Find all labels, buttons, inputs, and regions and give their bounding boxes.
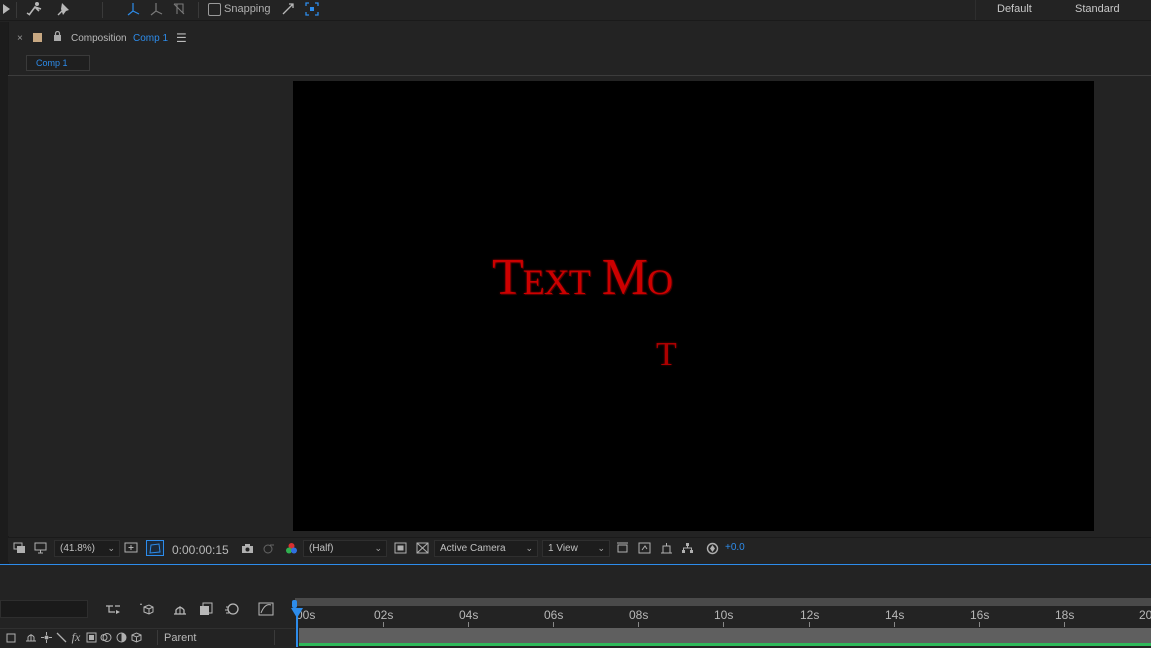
pin-icon[interactable]: [54, 0, 76, 18]
snapping-checkbox[interactable]: [208, 3, 221, 16]
ruler-tick: [638, 622, 639, 627]
timeline-icon[interactable]: [659, 541, 673, 555]
exposure-value[interactable]: +0.0: [725, 542, 745, 553]
motion-blur-switch-icon[interactable]: [99, 631, 113, 644]
ruler-label: 20s: [1139, 608, 1151, 622]
label-column-icon[interactable]: [4, 631, 18, 644]
workspace-standard[interactable]: Standard: [1075, 3, 1120, 15]
ruler-tick: [553, 622, 554, 627]
workspace-default[interactable]: Default: [997, 3, 1032, 15]
ruler-label: 04s: [459, 608, 479, 622]
ruler-tick: [383, 622, 384, 627]
ruler-tick: [809, 622, 810, 627]
resolution-value: (Half): [309, 543, 334, 554]
frame-blending-icon[interactable]: [197, 601, 215, 617]
local-axis-icon[interactable]: [124, 0, 142, 18]
mask-visibility-icon[interactable]: [146, 540, 164, 556]
ruler-label: 18s: [1055, 608, 1075, 622]
snapshot-camera-icon[interactable]: [240, 541, 254, 555]
ruler-label: 14s: [885, 608, 905, 622]
panel-comp-name[interactable]: Comp 1: [133, 33, 168, 44]
snapping-label: Snapping: [224, 3, 271, 15]
adjustment-switch-icon[interactable]: [114, 631, 128, 644]
camera-dropdown[interactable]: Active Camera ⌄: [434, 540, 538, 557]
ruler-tick: [468, 622, 469, 627]
composition-canvas[interactable]: [293, 81, 1094, 531]
layer-track-indicator: [299, 643, 1151, 646]
resolution-dropdown[interactable]: (Half) ⌄: [303, 540, 387, 557]
ruler-tick: [979, 622, 980, 627]
magnification-dropdown[interactable]: (41.8%) ⌄: [54, 540, 120, 557]
transparency-grid-icon[interactable]: [415, 541, 429, 555]
draft-3d-icon[interactable]: [137, 601, 155, 617]
puppet-pin-icon[interactable]: [24, 0, 46, 18]
animated-falling-letter[interactable]: T: [656, 336, 677, 374]
toolbar-divider: [16, 2, 17, 18]
workspace-divider: [975, 0, 976, 20]
reset-exposure-icon[interactable]: [705, 541, 719, 555]
ruler-label: 02s: [374, 608, 394, 622]
comp-color-swatch: [33, 33, 42, 42]
region-of-interest-icon[interactable]: [393, 541, 407, 555]
flowchart-icon[interactable]: [680, 541, 694, 555]
camera-value: Active Camera: [440, 543, 506, 554]
shy-switch-icon[interactable]: [24, 631, 38, 644]
chevron-down-icon: ⌄: [107, 543, 115, 553]
ruler-label: 12s: [800, 608, 820, 622]
panel-menu-icon[interactable]: ☰: [176, 31, 187, 45]
lock-icon[interactable]: [53, 30, 62, 43]
close-panel-icon[interactable]: ×: [17, 33, 23, 44]
panel-left-gutter: [0, 22, 8, 564]
parent-column-header[interactable]: Parent: [164, 632, 196, 644]
snap-edges-icon[interactable]: [280, 0, 296, 18]
channels-icon[interactable]: [284, 541, 298, 555]
chevron-down-icon: ⌄: [374, 543, 382, 553]
snap-features-icon[interactable]: [304, 0, 320, 18]
work-area-bar[interactable]: [295, 598, 1151, 606]
views-dropdown[interactable]: 1 View ⌄: [542, 540, 610, 557]
view-axis-icon[interactable]: [170, 0, 188, 18]
toolbar-divider: [198, 2, 199, 18]
layer-search-input[interactable]: [0, 600, 88, 618]
current-time-display[interactable]: 0:00:00:15: [172, 543, 229, 557]
collapse-switch-icon[interactable]: [39, 631, 53, 644]
top-toolbar: Snapping Default Standard: [0, 0, 1151, 21]
ruler-label: 06s: [544, 608, 564, 622]
playhead-cap[interactable]: [292, 600, 297, 608]
ruler-label: 16s: [970, 608, 990, 622]
tab-comp1[interactable]: Comp 1: [26, 55, 90, 71]
ruler-tick: [894, 622, 895, 627]
column-divider: [274, 630, 275, 645]
fast-previews-icon[interactable]: [637, 541, 651, 555]
panel-type-label: Composition: [71, 33, 127, 44]
safe-margins-icon[interactable]: [124, 541, 138, 555]
chevron-down-icon: ⌄: [525, 543, 533, 553]
show-snapshot-icon[interactable]: [261, 541, 275, 555]
ruler-tick: [723, 622, 724, 627]
world-axis-icon[interactable]: [147, 0, 165, 18]
layer-duration-bar[interactable]: [299, 628, 1151, 643]
pen-tool-icon[interactable]: [0, 0, 14, 18]
monitor-icon[interactable]: [33, 541, 47, 555]
ruler-tick: [1064, 622, 1065, 627]
effects-switch-icon[interactable]: fx: [69, 630, 83, 644]
magnification-value: (41.8%): [60, 543, 96, 554]
ruler-label: 10s: [714, 608, 734, 622]
frame-blend-switch-icon[interactable]: [84, 631, 98, 644]
quality-switch-icon[interactable]: [54, 631, 68, 644]
always-preview-icon[interactable]: [12, 541, 26, 555]
comp-flowchart-icon[interactable]: [104, 601, 122, 617]
motion-blur-icon[interactable]: [223, 601, 241, 617]
3d-layer-switch-icon[interactable]: [129, 631, 143, 644]
shy-layers-icon[interactable]: [171, 601, 189, 617]
graph-editor-icon[interactable]: [257, 601, 275, 617]
toolbar-divider: [102, 2, 103, 18]
views-value: 1 View: [548, 543, 578, 554]
playhead-handle[interactable]: [291, 608, 303, 618]
chevron-down-icon: ⌄: [597, 543, 605, 553]
ruler-label: 08s: [629, 608, 649, 622]
column-divider: [157, 630, 158, 645]
animated-title-text[interactable]: Text Mo: [492, 248, 673, 307]
toggle-pixel-aspect-icon[interactable]: [615, 541, 629, 555]
